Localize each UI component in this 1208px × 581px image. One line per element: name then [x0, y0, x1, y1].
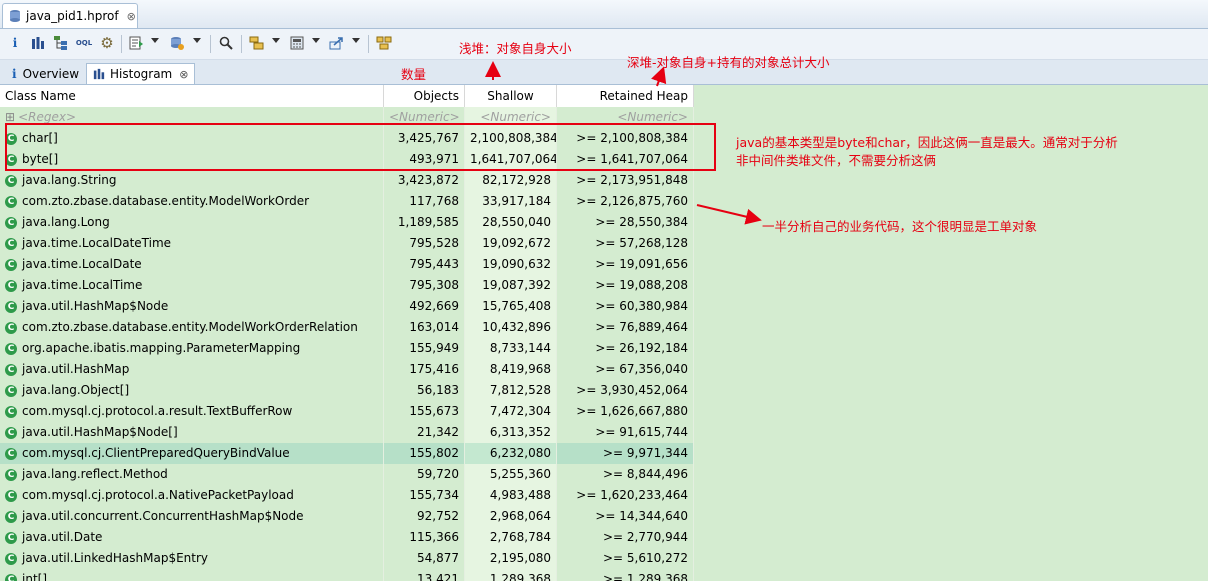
arrow-business — [696, 204, 762, 225]
annotation-arrows — [485, 61, 762, 225]
arrow-retained — [651, 66, 667, 87]
